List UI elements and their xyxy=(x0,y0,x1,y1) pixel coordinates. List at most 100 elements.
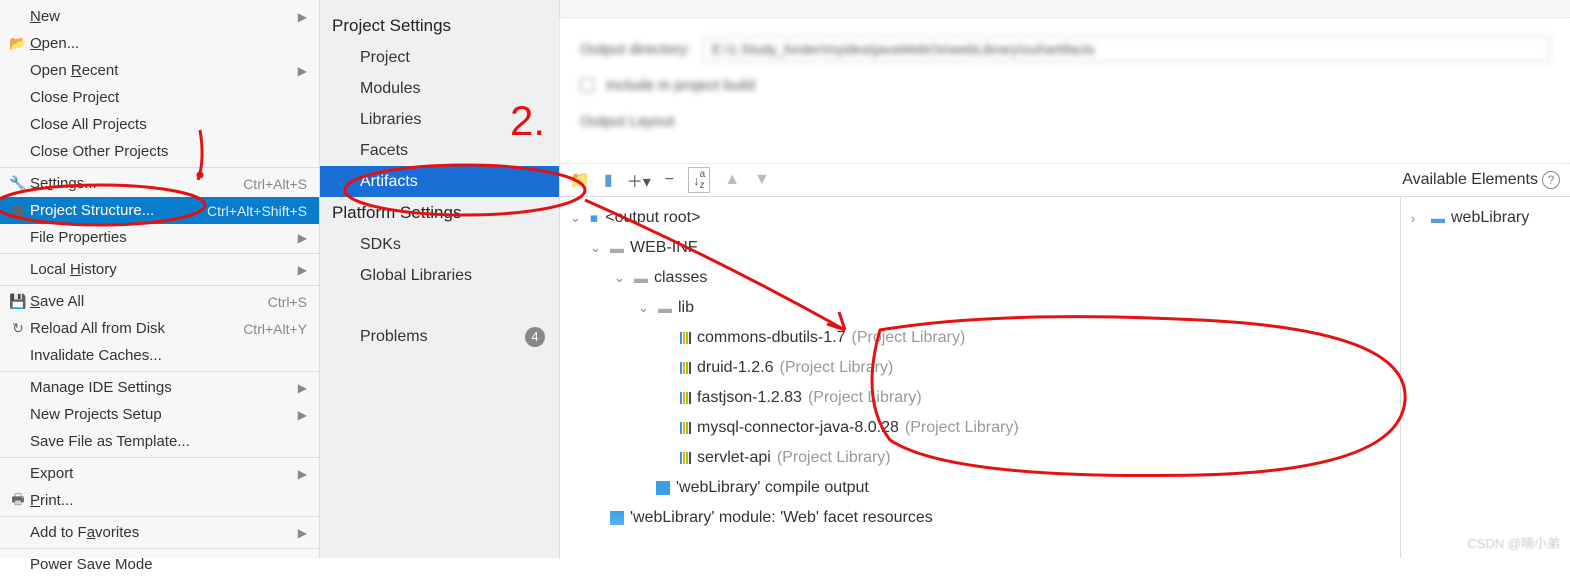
facet-resources[interactable]: 'webLibrary' module: 'Web' facet resourc… xyxy=(630,509,933,527)
menu-power-save-mode[interactable]: Power Save Mode xyxy=(0,551,319,578)
library-item[interactable]: fastjson-1.2.83 (Project Library) xyxy=(570,383,1390,413)
library-suffix: (Project Library) xyxy=(852,329,966,347)
module-icon: ▬ xyxy=(1431,210,1445,226)
menu-label: Export xyxy=(28,465,290,482)
menu-invalidate-caches-[interactable]: Invalidate Caches... xyxy=(0,342,319,369)
menu-open-recent[interactable]: Open Recent ▶ xyxy=(0,57,319,84)
menu-close-all-projects[interactable]: Close All Projects xyxy=(0,111,319,138)
chevron-right-icon[interactable]: › xyxy=(1411,211,1425,226)
shortcut: Ctrl+S xyxy=(268,294,307,310)
menu-save-all[interactable]: 💾Save AllCtrl+S xyxy=(0,288,319,315)
reload-icon: ↻ xyxy=(8,320,28,337)
file-menu: New▶📂Open...Open Recent▶Close ProjectClo… xyxy=(0,0,320,558)
menu-file-properties[interactable]: File Properties ▶ xyxy=(0,224,319,251)
add-icon[interactable]: ＋▾ xyxy=(627,168,651,192)
submenu-arrow-icon: ▶ xyxy=(298,263,307,277)
menu-label: Add to Favorites xyxy=(28,524,290,541)
menu-add-to-favorites[interactable]: Add to Favorites ▶ xyxy=(0,519,319,546)
chevron-down-icon[interactable]: ⌄ xyxy=(570,210,584,226)
menu-manage-ide-settings[interactable]: Manage IDE Settings▶ xyxy=(0,374,319,401)
down-icon[interactable]: ▼ xyxy=(754,171,770,189)
settings-modules[interactable]: Modules xyxy=(320,73,559,104)
help-icon[interactable]: ? xyxy=(1542,171,1560,189)
submenu-arrow-icon: ▶ xyxy=(298,467,307,481)
library-item[interactable]: commons-dbutils-1.7 (Project Library) xyxy=(570,323,1390,353)
menu-project-structure-[interactable]: ▦Project Structure...Ctrl+Alt+Shift+S xyxy=(0,197,319,224)
new-folder-icon[interactable]: 📁 xyxy=(570,170,590,190)
settings-global-libraries[interactable]: Global Libraries xyxy=(320,260,559,291)
wrench-icon: 🔧 xyxy=(8,175,28,192)
menu-export[interactable]: Export ▶ xyxy=(0,460,319,487)
library-suffix: (Project Library) xyxy=(905,419,1019,437)
include-build-label[interactable]: Include in project build xyxy=(606,77,755,94)
menu-settings-[interactable]: 🔧Settings...Ctrl+Alt+S xyxy=(0,170,319,197)
chevron-down-icon[interactable]: ⌄ xyxy=(614,270,628,286)
menu-label: Power Save Mode xyxy=(28,556,307,573)
menu-close-other-projects[interactable]: Close Other Projects xyxy=(0,138,319,165)
folder-icon: ▬ xyxy=(634,270,648,286)
platform-settings-header: Platform Settings xyxy=(320,197,559,229)
submenu-arrow-icon: ▶ xyxy=(298,64,307,78)
lib-folder[interactable]: lib xyxy=(678,299,694,317)
output-dir-field[interactable]: E:\1.Study_forder\myidea\javaWebOs\webLi… xyxy=(703,36,1550,62)
menu-reload-all-from-disk[interactable]: ↻Reload All from DiskCtrl+Alt+Y xyxy=(0,315,319,342)
available-elements-tree: › ▬ webLibrary xyxy=(1400,197,1570,558)
module-icon xyxy=(656,481,670,495)
chevron-down-icon[interactable]: ⌄ xyxy=(638,300,652,316)
problems-label: Problems xyxy=(360,328,428,346)
remove-icon[interactable]: − xyxy=(665,171,674,189)
library-item[interactable]: servlet-api (Project Library) xyxy=(570,443,1390,473)
library-item[interactable]: mysql-connector-java-8.0.28 (Project Lib… xyxy=(570,413,1390,443)
layout-toolbar: 📁 ▮ ＋▾ − ↓az ▲ ▼ Available Elements ? xyxy=(560,163,1570,197)
artifact-header: Output directory: E:\1.Study_forder\myid… xyxy=(560,18,1570,163)
menu-print-[interactable]: 🖶Print... xyxy=(0,487,319,514)
settings-tree: Project Settings Project Modules Librari… xyxy=(320,0,560,558)
library-item[interactable]: druid-1.2.6 (Project Library) xyxy=(570,353,1390,383)
weblibrary-module[interactable]: webLibrary xyxy=(1451,209,1529,227)
chevron-down-icon[interactable]: ⌄ xyxy=(590,240,604,256)
webinf-folder[interactable]: WEB-INF xyxy=(630,239,698,257)
settings-facets[interactable]: Facets xyxy=(320,135,559,166)
settings-sdks[interactable]: SDKs xyxy=(320,229,559,260)
menu-label: Open Recent xyxy=(28,62,290,79)
save-icon: 💾 xyxy=(8,293,28,310)
output-root-label[interactable]: <output root> xyxy=(605,209,700,227)
library-name: mysql-connector-java-8.0.28 xyxy=(697,419,899,437)
menu-save-file-as-template-[interactable]: Save File as Template... xyxy=(0,428,319,455)
menu-label: New Projects Setup xyxy=(28,406,290,423)
settings-libraries[interactable]: Libraries xyxy=(320,104,559,135)
problems-badge: 4 xyxy=(525,327,545,347)
menu-new-projects-setup[interactable]: New Projects Setup▶ xyxy=(0,401,319,428)
submenu-arrow-icon: ▶ xyxy=(298,526,307,540)
menu-new[interactable]: New▶ xyxy=(0,3,319,30)
menu-open-[interactable]: 📂Open... xyxy=(0,30,319,57)
classes-folder[interactable]: classes xyxy=(654,269,707,287)
available-elements-label: Available Elements ? xyxy=(1402,171,1560,189)
menu-label: Close Project xyxy=(28,89,307,106)
compile-output[interactable]: 'webLibrary' compile output xyxy=(676,479,869,497)
sort-icon[interactable]: ↓az xyxy=(688,167,710,193)
menu-label: Project Structure... xyxy=(28,202,207,219)
settings-project[interactable]: Project xyxy=(320,42,559,73)
menu-label: File Properties xyxy=(28,229,290,246)
settings-artifacts[interactable]: Artifacts xyxy=(320,166,559,197)
library-suffix: (Project Library) xyxy=(808,389,922,407)
settings-problems[interactable]: Problems 4 xyxy=(320,321,559,352)
library-name: commons-dbutils-1.7 xyxy=(697,329,846,347)
library-icon xyxy=(680,392,691,404)
new-file-icon[interactable]: ▮ xyxy=(604,170,613,190)
web-facet-icon xyxy=(610,511,624,525)
up-icon[interactable]: ▲ xyxy=(724,171,740,189)
menu-label: Close All Projects xyxy=(28,116,307,133)
menu-label: Invalidate Caches... xyxy=(28,347,307,364)
menu-local-history[interactable]: Local History▶ xyxy=(0,256,319,283)
menu-close-project[interactable]: Close Project xyxy=(0,84,319,111)
menu-label: New xyxy=(28,8,290,25)
output-dir-label: Output directory: xyxy=(580,41,691,58)
submenu-arrow-icon: ▶ xyxy=(298,381,307,395)
menu-label: Save All xyxy=(28,293,268,310)
submenu-arrow-icon: ▶ xyxy=(298,231,307,245)
open-icon: 📂 xyxy=(8,35,28,52)
output-root-icon: ◆ xyxy=(586,210,602,226)
library-icon xyxy=(680,422,691,434)
